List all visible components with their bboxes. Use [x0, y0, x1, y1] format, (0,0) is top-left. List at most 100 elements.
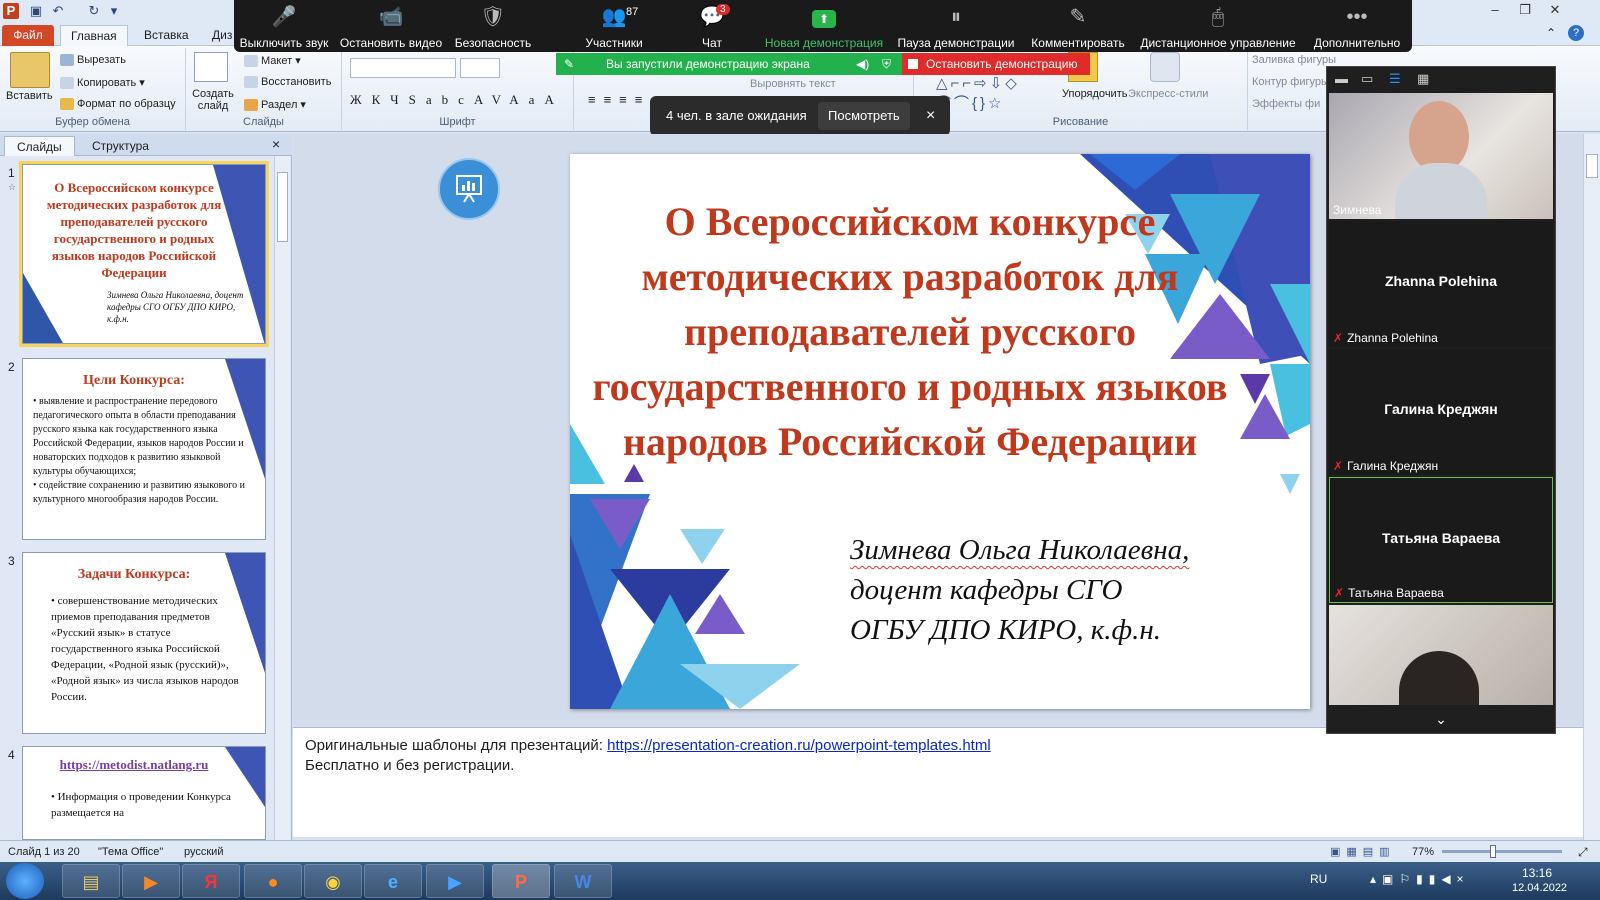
- current-slide[interactable]: О Всероссийском конкурсе методических ра…: [570, 154, 1310, 709]
- audio-icon[interactable]: ◀): [856, 53, 869, 75]
- paste-button[interactable]: Вставить: [6, 90, 53, 102]
- taskbar-powerpoint-icon[interactable]: P: [492, 864, 550, 898]
- shape-outline-button[interactable]: Контур фигуры: [1252, 76, 1329, 88]
- arrange-button[interactable]: Упорядочить: [1062, 88, 1127, 100]
- taskbar-word-icon[interactable]: W: [554, 864, 612, 898]
- gallery-grid-view-icon[interactable]: ▦: [1417, 71, 1429, 87]
- taskbar-firefox-icon[interactable]: ●: [244, 864, 302, 898]
- start-button-icon[interactable]: [6, 863, 44, 899]
- format-painter-button[interactable]: Формат по образцу: [60, 98, 176, 111]
- minimize-icon[interactable]: –: [1480, 2, 1510, 17]
- layout-button[interactable]: Макет ▾: [244, 54, 301, 68]
- clock-time[interactable]: 13:16: [1522, 866, 1552, 880]
- more-button[interactable]: ••• Дополнительно: [1306, 4, 1408, 50]
- slide-author[interactable]: Зимнева Ольга Николаевна, доцент кафедры…: [850, 530, 1290, 650]
- chat-button[interactable]: 💬 3 Чат: [684, 4, 740, 50]
- close-window-icon[interactable]: ✕: [1540, 2, 1570, 18]
- shape-effects-button[interactable]: Эффекты фи: [1252, 98, 1320, 110]
- slide-thumbnail-4[interactable]: https://metodist.natlang.ru • Информация…: [22, 746, 266, 840]
- quick-styles-icon[interactable]: [1150, 52, 1180, 82]
- remote-control-button[interactable]: 🖱 Дистанционное управление: [1138, 4, 1298, 50]
- new-slide-button[interactable]: Создать слайд: [190, 88, 236, 112]
- new-share-button[interactable]: ⬆ Новая демонстрация: [762, 4, 886, 50]
- save-icon[interactable]: ▣: [28, 3, 44, 19]
- help-icon[interactable]: ?: [1568, 25, 1584, 41]
- ribbon-collapse-icon[interactable]: ⌃: [1546, 26, 1556, 40]
- zoom-slider-thumb[interactable]: [1490, 845, 1496, 858]
- close-popup-icon[interactable]: ×: [926, 96, 935, 136]
- zoom-level[interactable]: 77%: [1412, 841, 1434, 863]
- scroll-thumb[interactable]: [1586, 154, 1598, 178]
- clock-date[interactable]: 12.04.2022: [1512, 882, 1567, 894]
- align-buttons[interactable]: ≡≡≡≡: [588, 92, 650, 107]
- gallery-strip-view-icon[interactable]: ☰: [1389, 71, 1401, 87]
- thumbnails-scrollbar[interactable]: [274, 156, 290, 840]
- notes-pane[interactable]: Оригинальные шаблоны для презентаций: ht…: [293, 727, 1583, 837]
- tab-insert[interactable]: Вставка: [134, 25, 199, 46]
- font-format-buttons[interactable]: ЖКЧSabcAVAaA: [350, 92, 564, 108]
- participant-tile-video[interactable]: [1329, 605, 1553, 705]
- pin-icon[interactable]: ✎: [564, 53, 574, 75]
- security-button[interactable]: 🛡 Безопасность: [452, 4, 534, 50]
- participant-name: ✗ Татьяна Вараева: [1334, 586, 1444, 600]
- taskbar-media-icon[interactable]: ▶: [122, 864, 180, 898]
- thumb-bullets: • выявление и распространение передового…: [33, 396, 245, 505]
- scissors-icon: [60, 54, 74, 67]
- restore-icon[interactable]: ❐: [1510, 2, 1540, 18]
- fit-slide-icon[interactable]: ⤢: [1578, 841, 1588, 863]
- slide-thumbnail-2[interactable]: Цели Конкурса: • выявление и распростран…: [22, 358, 266, 540]
- view-waiting-button[interactable]: Посмотреть: [818, 102, 910, 130]
- tab-slides[interactable]: Слайды: [4, 136, 75, 156]
- scroll-thumb[interactable]: [277, 172, 288, 242]
- mute-button[interactable]: 🎤 Выключить звук: [234, 4, 334, 50]
- close-panel-icon[interactable]: ×: [272, 136, 280, 152]
- input-language[interactable]: RU: [1310, 872, 1327, 886]
- language-indicator[interactable]: русский: [184, 841, 223, 863]
- participant-tile[interactable]: Галина Креджян ✗ Галина Креджян: [1329, 349, 1553, 475]
- taskbar-explorer-icon[interactable]: ▤: [62, 864, 120, 898]
- participant-tile-active[interactable]: Татьяна Вараева ✗ Татьяна Вараева: [1329, 477, 1553, 603]
- zoom-slider[interactable]: [1442, 850, 1562, 853]
- taskbar-yandex-icon[interactable]: Я: [182, 864, 240, 898]
- copy-button[interactable]: Копировать ▾: [60, 76, 145, 90]
- reset-button[interactable]: Восстановить: [244, 76, 331, 89]
- redo-icon[interactable]: ↻: [86, 3, 102, 19]
- tab-outline[interactable]: Структура: [80, 136, 161, 156]
- participant-tile-video[interactable]: Зимнева: [1329, 93, 1553, 219]
- slide-title[interactable]: О Всероссийском конкурсе методических ра…: [590, 194, 1230, 469]
- new-slide-icon[interactable]: [194, 52, 228, 82]
- gallery-scroll-down-icon[interactable]: ⌄: [1327, 705, 1555, 733]
- annotate-button[interactable]: ✎ Комментировать: [1028, 4, 1128, 50]
- font-name-select[interactable]: [350, 58, 456, 78]
- stop-video-button[interactable]: 📹 Остановить видео: [338, 4, 444, 50]
- taskbar-chrome-icon[interactable]: ◉: [304, 864, 362, 898]
- align-text-button[interactable]: Выровнять текст: [750, 78, 836, 90]
- stop-share-button[interactable]: Остановить демонстрацию: [902, 53, 1090, 75]
- participant-tile[interactable]: Zhanna Polehina ✗ Zhanna Polehina: [1329, 221, 1553, 347]
- section-label: Раздел: [261, 99, 298, 111]
- gallery-speaker-view-icon[interactable]: ▭: [1361, 71, 1373, 87]
- customize-qat-icon[interactable]: ▾: [106, 3, 122, 19]
- pause-share-button[interactable]: ⏸ Пауза демонстрации: [894, 4, 1018, 50]
- quick-styles-button[interactable]: Экспресс-стили: [1128, 88, 1208, 100]
- tab-file[interactable]: Файл: [2, 25, 54, 46]
- tray-icons[interactable]: ▴▣⚐▮▮◀×: [1370, 872, 1470, 886]
- presentation-chart-icon[interactable]: [438, 158, 500, 220]
- paste-icon[interactable]: [10, 52, 50, 88]
- undo-icon[interactable]: ↶: [50, 3, 66, 19]
- slide-thumbnail-1[interactable]: О Всероссийском конкурсе методических ра…: [19, 161, 269, 347]
- cut-button[interactable]: Вырезать: [60, 54, 126, 67]
- section-button[interactable]: Раздел ▾: [244, 98, 306, 112]
- taskbar-zoom-icon[interactable]: ▶: [426, 864, 484, 898]
- gallery-minimize-icon[interactable]: ▬: [1335, 71, 1348, 86]
- copy-label: Копировать: [77, 77, 137, 89]
- slide-thumbnail-3[interactable]: Задачи Конкурса: • совершенствование мет…: [22, 552, 266, 734]
- font-size-select[interactable]: [460, 58, 500, 78]
- tab-home[interactable]: Главная: [60, 25, 128, 46]
- notes-link[interactable]: https://presentation-creation.ru/powerpo…: [607, 737, 991, 754]
- view-buttons[interactable]: ▣▦▤▥: [1330, 841, 1396, 863]
- shape-fill-button[interactable]: Заливка фигуры: [1252, 54, 1336, 66]
- participants-button[interactable]: 👥 87 Участники: [574, 4, 654, 50]
- editor-scrollbar[interactable]: [1583, 134, 1600, 840]
- taskbar-ie-icon[interactable]: e: [364, 864, 422, 898]
